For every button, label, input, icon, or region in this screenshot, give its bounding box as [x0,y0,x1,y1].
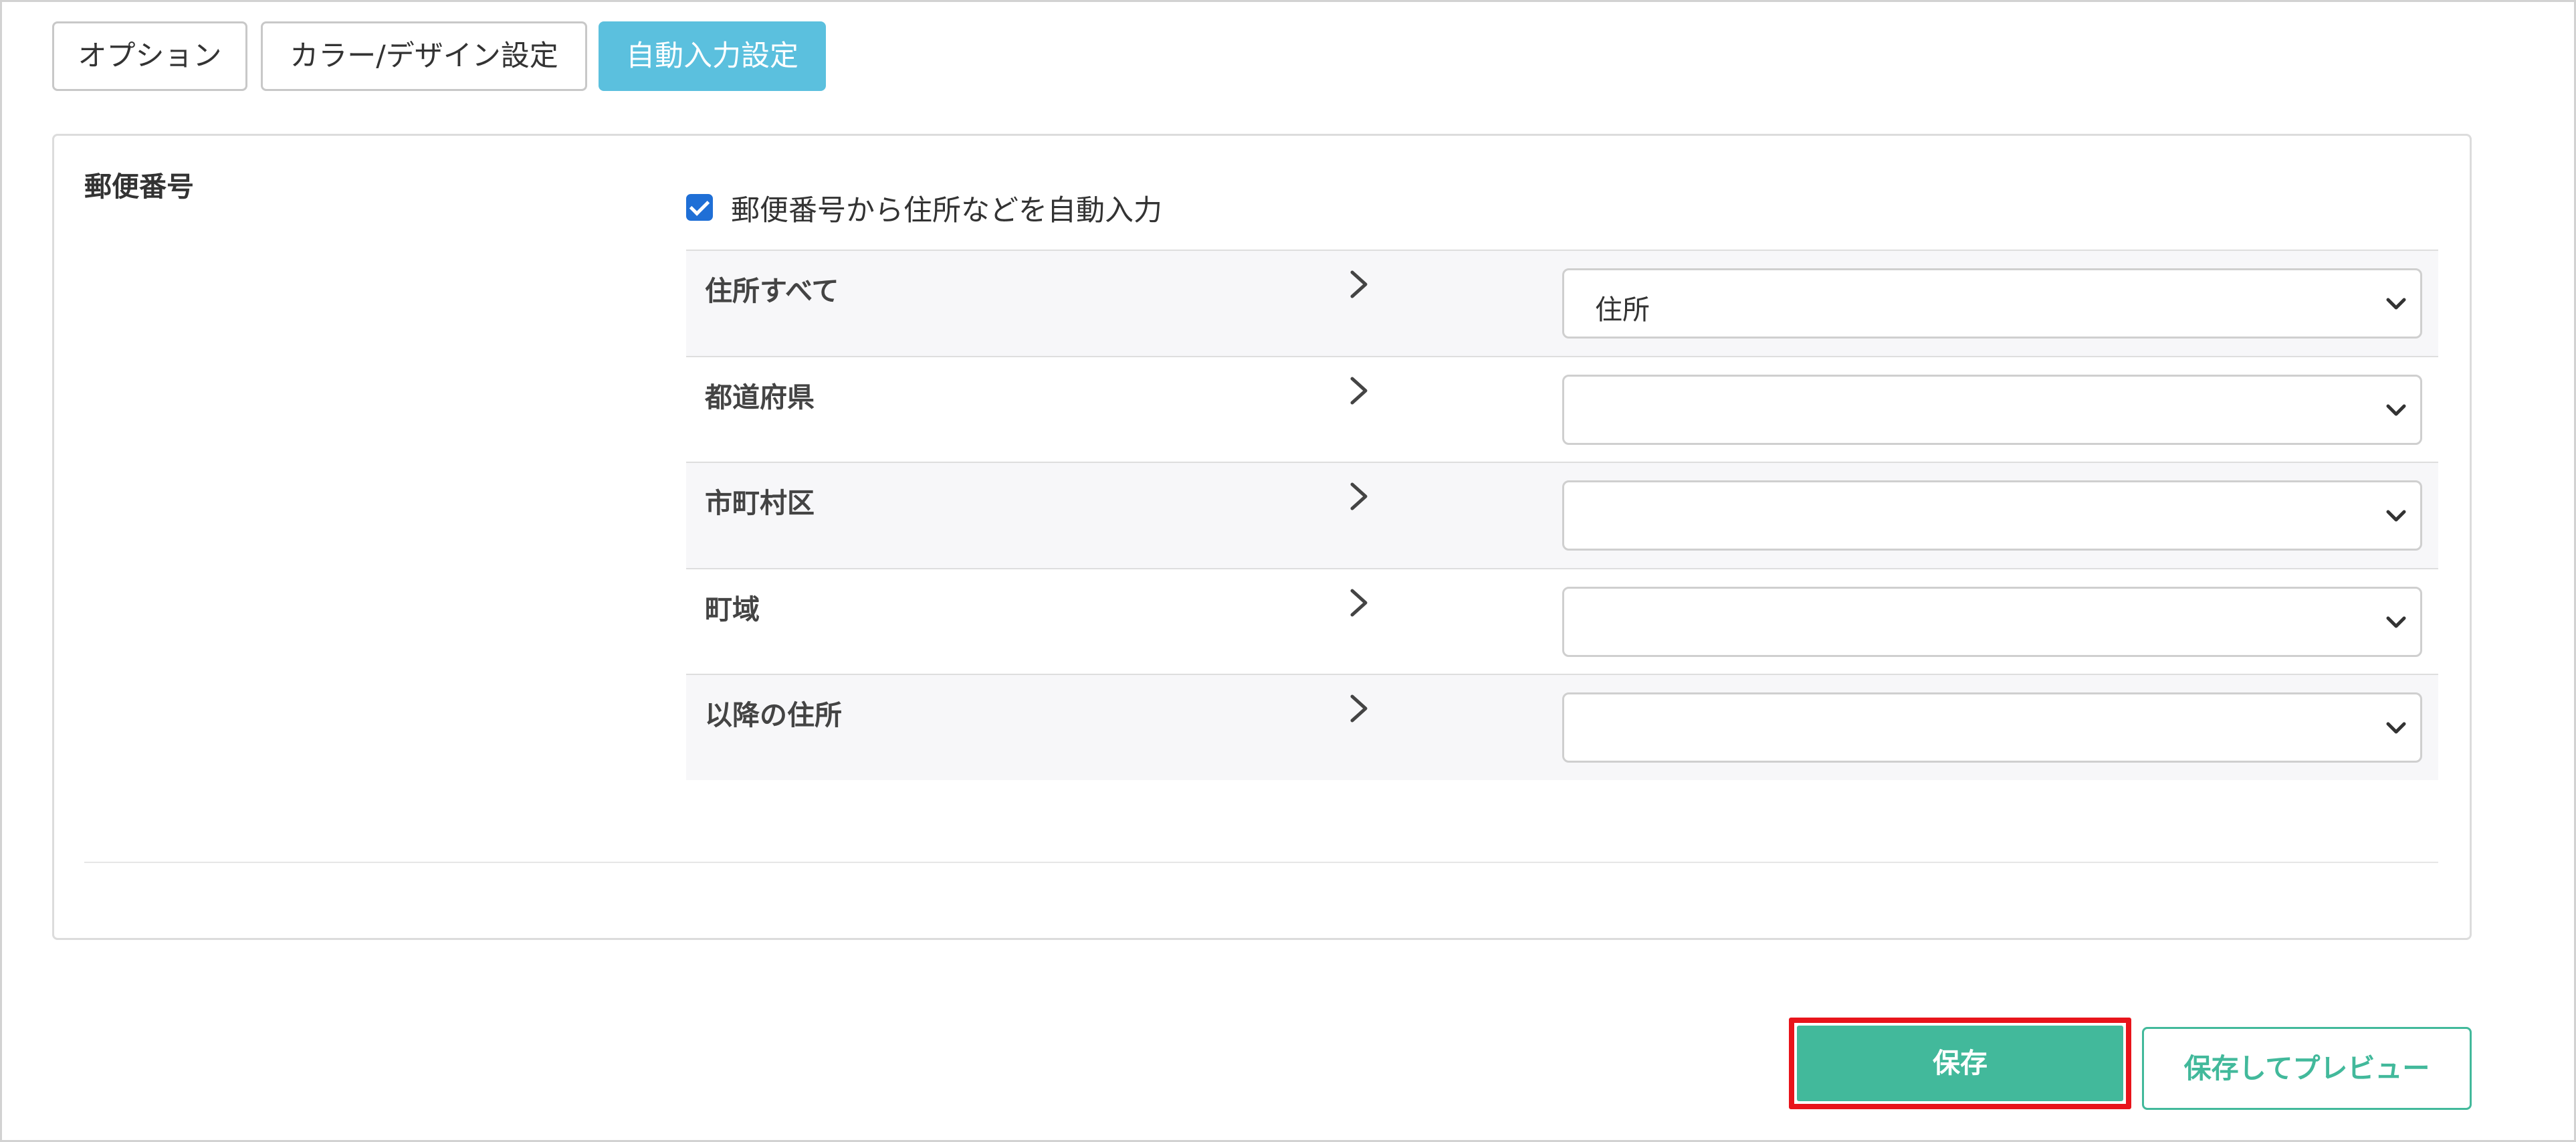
chevron-right-icon [1350,270,1368,298]
tab-auto-input-settings[interactable]: 自動入力設定 [599,21,826,91]
row-label: 市町村区 [705,487,815,519]
row-label: 町域 [705,593,760,626]
mapping-row-remaining-address: 以降の住所 [686,674,2438,780]
chevron-down-icon [2386,510,2406,522]
mapping-row-town: 町域 [686,568,2438,674]
chevron-down-icon [2386,298,2406,310]
field-select-city[interactable] [1562,480,2422,551]
chevron-down-icon [2386,404,2406,416]
select-value: 住所 [1595,294,1650,326]
save-button[interactable]: 保存 [1797,1026,2123,1101]
field-select-remaining-address[interactable] [1562,692,2422,763]
chevron-down-icon [2386,616,2406,628]
mapping-row-city: 市町村区 [686,462,2438,568]
field-select-prefecture[interactable] [1562,375,2422,445]
chevron-right-icon [1350,482,1368,510]
row-label: 都道府県 [705,381,815,413]
tab-options[interactable]: オプション [52,21,247,91]
chevron-right-icon [1350,589,1368,617]
field-select-all-address[interactable]: 住所 [1562,268,2422,339]
chevron-down-icon [2386,722,2406,734]
auto-fill-checkbox-label[interactable]: 郵便番号から住所などを自動入力 [731,187,1162,229]
section-label-postal-code: 郵便番号 [84,171,194,203]
auto-fill-checkbox[interactable] [686,194,713,221]
panel-divider [84,862,2438,863]
chevron-right-icon [1350,694,1368,723]
chevron-right-icon [1350,377,1368,405]
mapping-row-all-address: 住所すべて 住所 [686,250,2438,356]
field-select-town[interactable] [1562,587,2422,657]
save-and-preview-button[interactable]: 保存してプレビュー [2142,1027,2472,1110]
mapping-row-prefecture: 都道府県 [686,356,2438,462]
row-label: 住所すべて [705,275,839,307]
row-label: 以降の住所 [705,699,842,731]
tab-color-design-settings[interactable]: カラー/デザイン設定 [261,21,587,91]
